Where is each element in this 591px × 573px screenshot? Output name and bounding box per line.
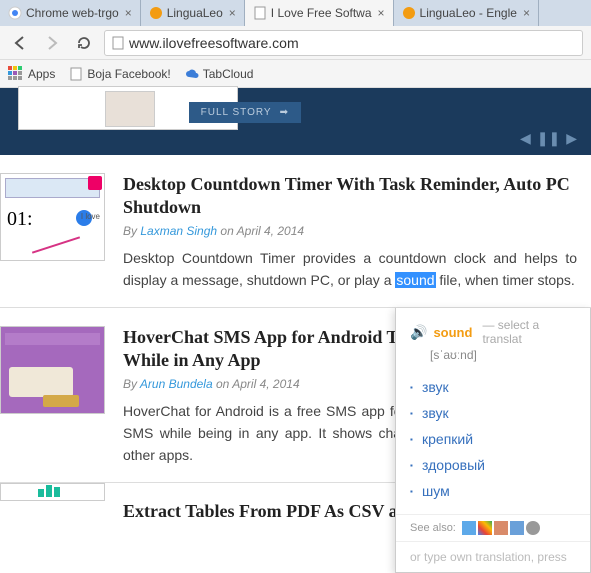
article-title[interactable]: Desktop Countdown Timer With Task Remind… [123, 173, 577, 218]
arrow-right-icon: ➡ [280, 107, 289, 118]
prev-icon[interactable]: ◀ [520, 130, 531, 147]
article-thumbnail[interactable] [0, 326, 105, 414]
close-icon[interactable]: × [229, 6, 236, 20]
pause-icon[interactable]: ❚❚ [537, 130, 560, 147]
tab-lingualeo-engle[interactable]: LinguaLeo - Engle × [394, 0, 539, 26]
dict-icon-1[interactable] [462, 521, 476, 535]
apps-icon [8, 66, 24, 82]
translation-item[interactable]: шум [396, 478, 590, 504]
article-date: April 4, 2014 [232, 377, 299, 391]
translation-item[interactable]: звук [396, 400, 590, 426]
tab-lingualeo[interactable]: LinguaLeo × [141, 0, 245, 26]
see-also-label: See also: [410, 522, 456, 534]
author-link[interactable]: Laxman Singh [140, 224, 217, 238]
article-summary: Desktop Countdown Timer provides a count… [123, 248, 577, 291]
next-icon[interactable]: ▶ [566, 130, 577, 147]
translation-item[interactable]: крепкий [396, 426, 590, 452]
dict-icon-3[interactable] [494, 521, 508, 535]
full-story-label: FULL STORY [201, 107, 272, 118]
cloud-icon [185, 68, 199, 80]
see-also-row: See also: [396, 514, 590, 541]
speaker-icon[interactable]: 🔊 [410, 324, 427, 341]
close-icon[interactable]: × [523, 6, 530, 20]
translation-item[interactable]: здоровый [396, 452, 590, 478]
lingualeo-icon [149, 6, 163, 20]
reload-button[interactable] [72, 31, 96, 55]
url-bar[interactable]: www.ilovefreesoftware.com [104, 30, 583, 56]
page-icon [111, 36, 125, 50]
tab-ilovefreesoftware[interactable]: I Love Free Softwa × [245, 0, 394, 26]
bookmark-boja[interactable]: Boja Facebook! [69, 67, 170, 81]
article-thumbnail[interactable] [0, 483, 105, 501]
hero-controls: ◀ ❚❚ ▶ [520, 130, 577, 147]
bookmark-label: Boja Facebook! [87, 67, 170, 81]
lingualeo-icon [402, 6, 416, 20]
article-thumbnail[interactable]: I love [0, 173, 105, 261]
hero-banner: FULL STORY ➡ ◀ ❚❚ ▶ [0, 88, 591, 155]
translation-item[interactable]: звук [396, 374, 590, 400]
own-translation-input[interactable]: or type own translation, press [396, 541, 590, 572]
url-text: www.ilovefreesoftware.com [129, 35, 576, 51]
back-button[interactable] [8, 31, 32, 55]
apps-button[interactable]: Apps [8, 66, 55, 82]
dict-icon-2[interactable] [478, 521, 492, 535]
bookmark-bar: Apps Boja Facebook! TabCloud [0, 60, 591, 88]
article-1: I love Desktop Countdown Timer With Task… [0, 155, 591, 308]
thumb-love-text: I love [81, 212, 100, 221]
tab-label: I Love Free Softwa [271, 6, 372, 20]
bookmark-tabcloud[interactable]: TabCloud [185, 67, 254, 81]
chrome-icon [8, 6, 22, 20]
article-title[interactable]: Extract Tables From PDF As CSV and [123, 483, 432, 530]
forward-button[interactable] [40, 31, 64, 55]
page-icon [69, 67, 83, 81]
translation-list: звук звук крепкий здоровый шум [396, 370, 590, 514]
dict-icon-4[interactable] [510, 521, 524, 535]
tab-chrome-web[interactable]: Chrome web-trgo × [0, 0, 141, 26]
highlighted-word[interactable]: sound [395, 272, 435, 288]
article-date: April 4, 2014 [237, 224, 304, 238]
article-meta: By Laxman Singh on April 4, 2014 [123, 224, 577, 238]
close-icon[interactable]: × [125, 6, 132, 20]
tab-label: LinguaLeo - Engle [420, 6, 517, 20]
popup-word: sound [433, 325, 472, 340]
tab-label: Chrome web-trgo [26, 6, 119, 20]
apps-label: Apps [28, 67, 55, 81]
close-icon[interactable]: × [378, 6, 385, 20]
full-story-button[interactable]: FULL STORY ➡ [189, 102, 301, 123]
see-also-icons [462, 521, 540, 535]
browser-tab-bar: Chrome web-trgo × LinguaLeo × I Love Fre… [0, 0, 591, 26]
bookmark-label: TabCloud [203, 67, 254, 81]
page-icon [253, 6, 267, 20]
popup-hint: — select a translat [482, 318, 576, 346]
dict-icon-5[interactable] [526, 521, 540, 535]
tab-label: LinguaLeo [167, 6, 223, 20]
author-link[interactable]: Arun Bundela [140, 377, 213, 391]
nav-bar: www.ilovefreesoftware.com [0, 26, 591, 60]
phonetic-text: [sˈaʊːnd] [430, 348, 576, 362]
translation-popup: 🔊 sound — select a translat [sˈaʊːnd] зв… [395, 308, 591, 573]
